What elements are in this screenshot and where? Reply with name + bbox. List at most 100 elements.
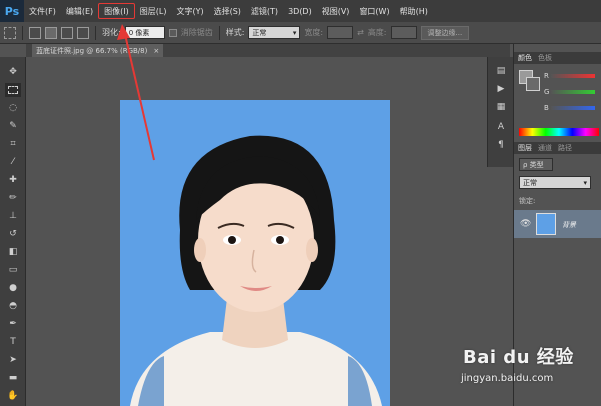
- refine-edge-button[interactable]: 调整边缘...: [420, 25, 470, 40]
- brush-tool-icon[interactable]: ✏: [5, 191, 21, 205]
- hand-tool-icon[interactable]: ✋: [5, 389, 21, 403]
- antialias-label: 消除锯齿: [180, 28, 213, 37]
- healing-brush-tool-icon[interactable]: ✚: [5, 173, 21, 187]
- red-slider[interactable]: R: [544, 72, 601, 80]
- menu-type[interactable]: 文字(Y): [171, 3, 208, 19]
- antialias-checkbox[interactable]: [168, 28, 177, 37]
- history-brush-tool-icon[interactable]: ↺: [5, 227, 21, 241]
- background-color-swatch[interactable]: [526, 77, 540, 91]
- swap-icon[interactable]: ⇄: [357, 28, 364, 37]
- menu-layer[interactable]: 图层(L): [135, 3, 172, 19]
- menu-image[interactable]: 图像(I): [98, 3, 135, 19]
- menu-edit[interactable]: 编辑(E): [61, 3, 98, 19]
- height-input[interactable]: [390, 26, 417, 39]
- tab-channels[interactable]: 通道: [538, 143, 552, 153]
- document-tab[interactable]: 蓝底证件照.jpg @ 66.7% (RGB/8) ×: [32, 44, 164, 57]
- tab-paths[interactable]: 路径: [558, 143, 572, 153]
- history-icon[interactable]: ▤: [494, 65, 508, 77]
- baidu-watermark: Bai du 经验 jingyan.baidu.com: [445, 343, 585, 398]
- feather-label: 羽化:: [102, 28, 121, 37]
- new-selection-icon[interactable]: [29, 26, 41, 39]
- layer-filter-value: ρ 类型: [523, 160, 544, 169]
- layers-panel-tabs: 图层 通道 路径: [514, 142, 601, 154]
- green-gradient: [551, 90, 596, 94]
- menu-help[interactable]: 帮助(H): [395, 3, 433, 19]
- actions-icon[interactable]: ▶: [494, 83, 508, 95]
- style-value: 正常: [252, 28, 267, 37]
- watermark-logo: Bai du 经验: [463, 347, 574, 368]
- chevron-down-icon: ▾: [583, 178, 587, 187]
- path-select-tool-icon[interactable]: ➤: [5, 353, 21, 367]
- tab-color[interactable]: 颜色: [518, 53, 532, 63]
- layer-name: 背景: [562, 221, 576, 229]
- layer-filter-select[interactable]: ρ 类型: [519, 158, 553, 171]
- document-tab-bar: 蓝底证件照.jpg @ 66.7% (RGB/8) ×: [26, 44, 510, 57]
- blue-channel-label: B: [544, 104, 549, 112]
- height-label: 高度:: [367, 28, 387, 37]
- menu-select[interactable]: 选择(S): [209, 3, 246, 19]
- layer-row[interactable]: 👁 背景: [514, 210, 601, 238]
- blue-slider[interactable]: B: [544, 104, 601, 112]
- paragraph-icon[interactable]: ¶: [494, 139, 508, 151]
- intersect-selection-icon[interactable]: [77, 26, 89, 39]
- portrait-illustration: [130, 135, 382, 406]
- properties-icon[interactable]: ▦: [494, 101, 508, 113]
- menu-window[interactable]: 窗口(W): [354, 3, 394, 19]
- divider: [95, 25, 96, 40]
- subtract-selection-icon[interactable]: [61, 26, 73, 39]
- marquee-tool-icon[interactable]: [5, 83, 21, 97]
- marquee-preset-icon[interactable]: [4, 26, 16, 39]
- width-input[interactable]: [327, 26, 354, 39]
- crop-tool-icon[interactable]: ⌗: [5, 137, 21, 151]
- lasso-tool-icon[interactable]: ◌: [5, 101, 21, 115]
- width-label: 宽度:: [304, 28, 324, 37]
- blend-mode-value: 正常: [523, 178, 537, 187]
- lock-label: 锁定:: [519, 197, 536, 205]
- tools-panel: ✥ ◌ ✎ ⌗ ⁄ ✚ ✏ ⊥ ↺ ◧ ▭ ● ◓ ✒ T ➤ ▬ ✋: [0, 57, 26, 406]
- eyedropper-tool-icon[interactable]: ⁄: [5, 155, 21, 169]
- quick-select-tool-icon[interactable]: ✎: [5, 119, 21, 133]
- chevron-down-icon: ▾: [292, 28, 297, 37]
- divider: [22, 25, 23, 40]
- blend-mode-select[interactable]: 正常 ▾: [519, 176, 591, 189]
- add-selection-icon[interactable]: [45, 26, 57, 39]
- tab-swatches[interactable]: 色板: [538, 53, 552, 63]
- green-slider[interactable]: G: [544, 88, 601, 96]
- panel-icon-strip: ▤ ▶ ▦ A ¶: [487, 57, 513, 167]
- eye-icon[interactable]: 👁: [520, 219, 531, 229]
- menu-filter[interactable]: 滤镜(T): [246, 3, 283, 19]
- tab-layers[interactable]: 图层: [518, 143, 532, 153]
- feather-input[interactable]: 0 像素: [124, 26, 165, 39]
- options-bar: 羽化: 0 像素 消除锯齿 样式: 正常 ▾ 宽度: ⇄ 高度: 调整边缘...: [0, 22, 601, 44]
- close-icon[interactable]: ×: [153, 47, 159, 55]
- red-channel-label: R: [544, 72, 549, 80]
- move-tool-icon[interactable]: ✥: [5, 65, 21, 79]
- canvas-area[interactable]: [26, 57, 510, 406]
- layer-thumbnail: [536, 213, 556, 235]
- photoshop-logo: Ps: [0, 0, 24, 22]
- dodge-tool-icon[interactable]: ◓: [5, 299, 21, 313]
- clone-stamp-tool-icon[interactable]: ⊥: [5, 209, 21, 223]
- menu-file[interactable]: 文件(F): [24, 3, 61, 19]
- color-spectrum[interactable]: [519, 128, 599, 136]
- style-select[interactable]: 正常 ▾: [248, 26, 301, 39]
- blur-tool-icon[interactable]: ●: [5, 281, 21, 295]
- type-tool-icon[interactable]: T: [5, 335, 21, 349]
- red-gradient: [550, 74, 595, 78]
- menu-bar: Ps 文件(F) 编辑(E) 图像(I) 图层(L) 文字(Y) 选择(S) 滤…: [0, 0, 601, 22]
- shape-tool-icon[interactable]: ▬: [5, 371, 21, 385]
- gradient-tool-icon[interactable]: ▭: [5, 263, 21, 277]
- divider: [218, 25, 220, 40]
- document-tab-label: 蓝底证件照.jpg @ 66.7% (RGB/8): [36, 46, 148, 55]
- watermark-url: jingyan.baidu.com: [461, 373, 554, 384]
- eraser-tool-icon[interactable]: ◧: [5, 245, 21, 259]
- menu-view[interactable]: 视图(V): [317, 3, 355, 19]
- green-channel-label: G: [544, 88, 550, 96]
- color-panel-tabs: 颜色 色板: [514, 52, 601, 64]
- menu-3d[interactable]: 3D(D): [283, 3, 317, 19]
- character-icon[interactable]: A: [494, 121, 508, 133]
- id-photo[interactable]: [120, 100, 390, 406]
- pen-tool-icon[interactable]: ✒: [5, 317, 21, 331]
- blue-gradient: [550, 106, 595, 110]
- style-label: 样式:: [225, 28, 245, 37]
